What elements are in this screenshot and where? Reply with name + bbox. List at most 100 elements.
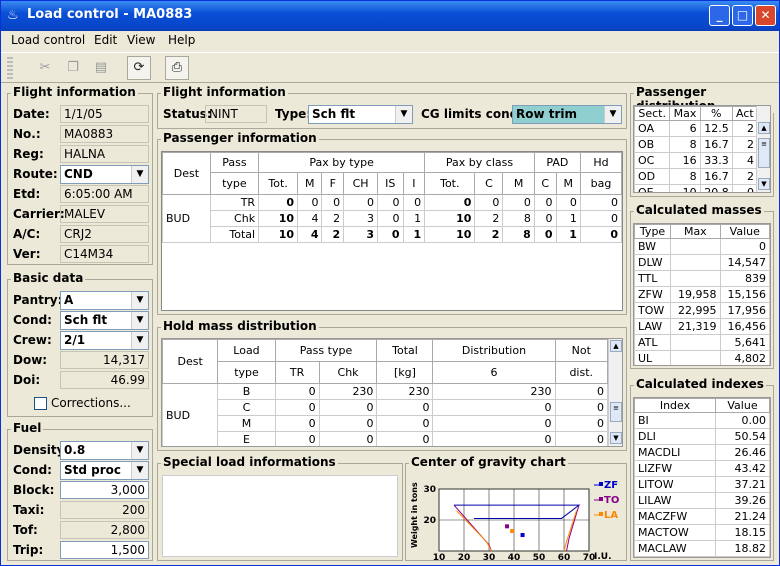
fuel-value-2[interactable]: 3,000 <box>60 481 149 499</box>
pax-cell[interactable]: 4 <box>297 210 323 227</box>
basic-select-2[interactable]: 2/1 ▼ <box>60 331 149 350</box>
hold-cell[interactable]: 0 <box>318 415 378 432</box>
hold-cell[interactable]: 0 <box>318 399 378 416</box>
pax-cell[interactable]: 0 <box>258 194 299 211</box>
pax-cell[interactable]: 10 <box>258 226 299 243</box>
pax-cell[interactable]: 0 <box>402 194 426 211</box>
fuel-select-0[interactable]: 0.8 ▼ <box>60 441 149 460</box>
pax-dist-scrollbar[interactable]: ▲ ≡ ▼ <box>756 106 770 192</box>
chevron-down-icon[interactable]: ▼ <box>131 332 148 349</box>
menu-help[interactable]: Help <box>168 33 195 47</box>
chevron-down-icon[interactable]: ▼ <box>395 106 412 123</box>
pax-cell[interactable]: 0 <box>579 210 622 227</box>
menu-load-control[interactable]: Load control <box>11 33 85 47</box>
fuel-select-1[interactable]: Std proc ▼ <box>60 461 149 480</box>
pax-cell[interactable]: 10 <box>424 226 476 243</box>
pax-cell[interactable]: 0 <box>533 210 557 227</box>
chevron-down-icon[interactable]: ▼ <box>604 106 621 123</box>
corrections-label[interactable]: Corrections... <box>51 396 131 410</box>
type-select[interactable]: Sch flt ▼ <box>308 105 413 124</box>
hold-cell[interactable]: 230 <box>318 383 378 400</box>
copy-icon[interactable]: ❐ <box>61 56 85 80</box>
hold-cell[interactable]: 0 <box>376 399 434 416</box>
chevron-down-icon[interactable]: ▼ <box>131 166 148 183</box>
hold-cell[interactable]: 230 <box>432 383 556 400</box>
pax-cell[interactable]: 10 <box>258 210 299 227</box>
hold-cell[interactable]: 0 <box>554 399 608 416</box>
pax-cell[interactable]: 0 <box>377 194 404 211</box>
pax-cell[interactable]: 2 <box>474 210 504 227</box>
fuel-value-5[interactable]: 1,500 <box>60 541 149 559</box>
hold-cell[interactable]: 0 <box>376 415 434 432</box>
hold-cell[interactable]: 0 <box>318 431 378 446</box>
scroll-down-icon[interactable]: ▼ <box>610 432 622 444</box>
paste-icon[interactable]: ▤ <box>89 56 113 80</box>
close-button[interactable]: ✕ <box>755 5 776 26</box>
pax-cell[interactable]: 0 <box>297 194 323 211</box>
pax-cell[interactable]: 2 <box>474 226 504 243</box>
pax-cell[interactable]: 0 <box>579 194 622 211</box>
pax-cell[interactable]: 8 <box>502 226 535 243</box>
col-pass: Pass <box>209 152 260 173</box>
pax-cell[interactable]: 0 <box>533 226 557 243</box>
pax-cell[interactable]: 0 <box>377 210 404 227</box>
menu-edit[interactable]: Edit <box>94 33 117 47</box>
pax-cell[interactable]: 0 <box>502 194 535 211</box>
hold-cell[interactable]: 0 <box>432 415 556 432</box>
chevron-down-icon[interactable]: ▼ <box>131 462 148 479</box>
pax-cell[interactable]: 1 <box>555 226 581 243</box>
cut-icon[interactable]: ✂ <box>33 56 57 80</box>
pax-cell[interactable]: 8 <box>502 210 535 227</box>
hold-cell[interactable]: 0 <box>554 383 608 400</box>
pax-cell[interactable]: 0 <box>343 194 379 211</box>
basic-select-1[interactable]: Sch flt ▼ <box>60 311 149 330</box>
pax-cell[interactable]: 10 <box>424 210 476 227</box>
scroll-down-icon[interactable]: ▼ <box>758 178 770 190</box>
basic-select-0[interactable]: A ▼ <box>60 291 149 310</box>
toolbar-grip[interactable] <box>7 57 13 79</box>
calculate-icon[interactable]: ⟳ <box>127 56 151 80</box>
hold-cell[interactable]: 0 <box>376 431 434 446</box>
pax-cell[interactable]: 0 <box>555 194 581 211</box>
hold-cell[interactable]: 0 <box>432 399 556 416</box>
hold-cell[interactable]: 0 <box>554 431 608 446</box>
pax-cell[interactable]: 1 <box>555 210 581 227</box>
scroll-up-icon[interactable]: ▲ <box>610 340 622 352</box>
hold-cell[interactable]: 0 <box>274 431 320 446</box>
chevron-down-icon[interactable]: ▼ <box>131 442 148 459</box>
pax-cell[interactable]: 3 <box>343 210 379 227</box>
maximize-button[interactable]: □ <box>732 5 753 26</box>
hold-cell[interactable]: 0 <box>554 415 608 432</box>
pax-cell[interactable]: 1 <box>402 210 426 227</box>
chevron-down-icon[interactable]: ▼ <box>131 292 148 309</box>
pax-cell[interactable]: 2 <box>321 226 345 243</box>
flight-select-3[interactable]: CND ▼ <box>60 165 149 184</box>
hold-cell[interactable]: 0 <box>274 383 320 400</box>
minimize-button[interactable]: _ <box>709 5 730 26</box>
pax-cell[interactable]: 0 <box>321 194 345 211</box>
scroll-up-icon[interactable]: ▲ <box>758 122 770 134</box>
pax-cell[interactable]: 0 <box>377 226 404 243</box>
hold-cell[interactable]: 0 <box>274 399 320 416</box>
scroll-thumb[interactable]: ≡ <box>610 402 622 422</box>
hold-scrollbar[interactable]: ▲ ≡ ▼ <box>608 339 622 446</box>
pax-cell[interactable]: 4 <box>297 226 323 243</box>
hold-cell[interactable]: 0 <box>432 431 556 446</box>
corrections-checkbox[interactable] <box>34 397 47 410</box>
menu-view[interactable]: View <box>127 33 155 47</box>
y-tick-label: 30 <box>423 485 436 495</box>
special-load-textarea[interactable] <box>162 475 398 557</box>
pax-cell[interactable]: 3 <box>343 226 379 243</box>
pax-cell[interactable]: 0 <box>474 194 504 211</box>
pax-cell[interactable]: 2 <box>321 210 345 227</box>
pax-cell[interactable]: 1 <box>402 226 426 243</box>
pax-cell[interactable]: 0 <box>579 226 622 243</box>
chevron-down-icon[interactable]: ▼ <box>131 312 148 329</box>
scroll-thumb[interactable]: ≡ <box>758 138 770 168</box>
pax-cell[interactable]: 0 <box>533 194 557 211</box>
hold-cell[interactable]: 0 <box>274 415 320 432</box>
print-icon[interactable]: ⎙ <box>165 56 189 80</box>
cg-limits-select[interactable]: Row trim ▼ <box>512 105 622 124</box>
pax-cell[interactable]: 0 <box>424 194 476 211</box>
hold-cell[interactable]: 230 <box>376 383 434 400</box>
